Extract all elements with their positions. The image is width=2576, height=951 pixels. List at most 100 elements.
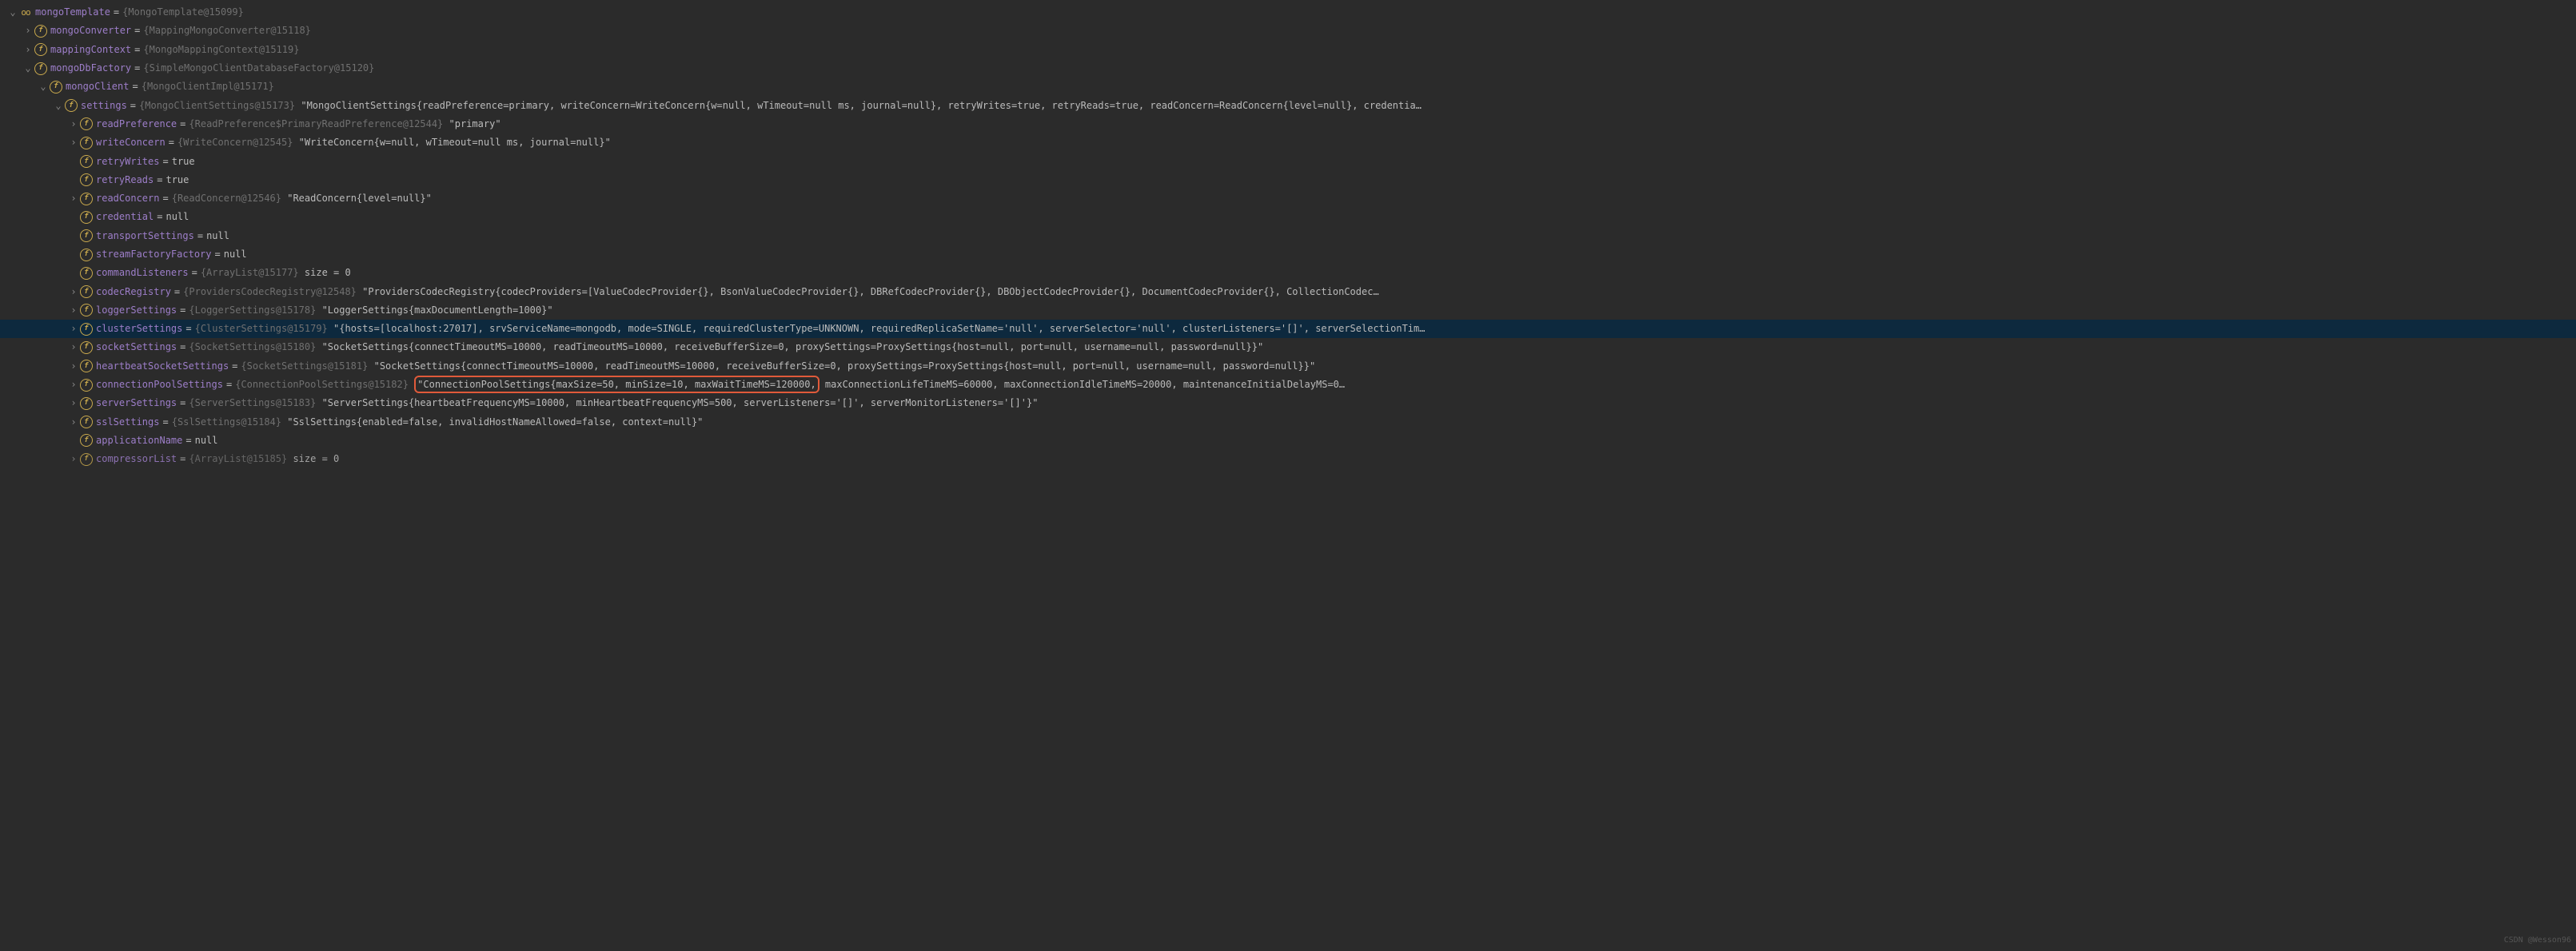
chevron-right-icon[interactable]: ›	[67, 133, 80, 152]
tree-row-settings[interactable]: ⌄fsettings={MongoClientSettings@15173} "…	[0, 96, 2576, 114]
object-ref: {MongoClientImpl@15171}	[142, 81, 274, 92]
field-icon: f	[80, 137, 93, 149]
tree-row-writeConcern[interactable]: ›fwriteConcern={WriteConcern@12545} "Wri…	[0, 133, 2576, 152]
row-content: socketSettings={SocketSettings@15180} "S…	[96, 338, 1263, 356]
chevron-down-icon[interactable]: ⌄	[37, 78, 50, 96]
tree-row-mongoTemplate[interactable]: ⌄oomongoTemplate={MongoTemplate@15099}	[0, 3, 2576, 22]
tree-row-heartbeatSocketSettings[interactable]: ›fheartbeatSocketSettings={SocketSetting…	[0, 357, 2576, 376]
size-info: size = 0	[305, 267, 351, 278]
row-content: writeConcern={WriteConcern@12545} "Write…	[96, 133, 611, 152]
value-text: "SslSettings{enabled=false, invalidHostN…	[287, 416, 703, 428]
variable-name: writeConcern	[96, 137, 165, 148]
variable-name: codecRegistry	[96, 286, 171, 297]
field-icon: f	[34, 43, 47, 56]
chevron-right-icon[interactable]: ›	[67, 338, 80, 356]
row-content: readPreference={ReadPreference$PrimaryRe…	[96, 115, 501, 133]
chevron-right-icon[interactable]: ›	[67, 115, 80, 133]
tree-row-compressorList[interactable]: ›fcompressorList={ArrayList@15185} size …	[0, 450, 2576, 468]
variable-name: mongoDbFactory	[50, 62, 131, 74]
field-icon: f	[80, 434, 93, 447]
field-icon: f	[80, 453, 93, 466]
object-ref: {SslSettings@15184}	[172, 416, 281, 428]
chevron-right-icon[interactable]: ›	[22, 22, 34, 40]
object-ref: {WriteConcern@12545}	[177, 137, 293, 148]
tree-row-codecRegistry[interactable]: ›fcodecRegistry={ProvidersCodecRegistry@…	[0, 282, 2576, 300]
row-content: serverSettings={ServerSettings@15183} "S…	[96, 394, 1038, 412]
tree-row-loggerSettings[interactable]: ›floggerSettings={LoggerSettings@15178} …	[0, 301, 2576, 320]
field-icon: f	[80, 173, 93, 186]
value-text: "{hosts=[localhost:27017], srvServiceNam…	[333, 323, 1425, 334]
tree-row-streamFactoryFactory[interactable]: fstreamFactoryFactory=null	[0, 245, 2576, 264]
variable-name: retryReads	[96, 174, 154, 185]
value-text: "ReadConcern{level=null}"	[287, 193, 432, 204]
value-text: "ProvidersCodecRegistry{codecProviders=[…	[362, 286, 1379, 297]
chevron-right-icon[interactable]: ›	[67, 320, 80, 338]
chevron-right-icon[interactable]: ›	[67, 413, 80, 432]
object-ref: {SimpleMongoClientDatabaseFactory@15120}	[143, 62, 374, 74]
tree-row-commandListeners[interactable]: fcommandListeners={ArrayList@15177} size…	[0, 264, 2576, 282]
object-ref: {ConnectionPoolSettings@15182}	[235, 379, 409, 390]
field-icon: f	[80, 117, 93, 130]
tree-row-retryReads[interactable]: fretryReads=true	[0, 171, 2576, 189]
variables-tree[interactable]: ⌄oomongoTemplate={MongoTemplate@15099} ›…	[0, 0, 2576, 472]
object-ref: {MongoClientSettings@15173}	[139, 100, 295, 111]
object-ref: {LoggerSettings@15178}	[189, 304, 316, 316]
tree-row-clusterSettings[interactable]: ›fclusterSettings={ClusterSettings@15179…	[0, 320, 2576, 338]
value-text: null	[195, 435, 218, 446]
field-icon: f	[80, 379, 93, 392]
tree-row-mongoDbFactory[interactable]: ⌄fmongoDbFactory={SimpleMongoClientDatab…	[0, 59, 2576, 78]
tree-row-mongoClient[interactable]: ⌄fmongoClient={MongoClientImpl@15171}	[0, 78, 2576, 96]
variable-name: clusterSettings	[96, 323, 182, 334]
tree-row-retryWrites[interactable]: fretryWrites=true	[0, 152, 2576, 170]
tree-row-transportSettings[interactable]: ftransportSettings=null	[0, 227, 2576, 245]
value-text: true	[172, 156, 195, 167]
size-info: size = 0	[293, 453, 339, 464]
variable-name: streamFactoryFactory	[96, 249, 212, 260]
tree-row-socketSettings[interactable]: ›fsocketSettings={SocketSettings@15180} …	[0, 338, 2576, 356]
tree-row-applicationName[interactable]: fapplicationName=null	[0, 432, 2576, 450]
row-content: readConcern={ReadConcern@12546} "ReadCon…	[96, 189, 432, 208]
row-content: mongoTemplate={MongoTemplate@15099}	[35, 3, 244, 22]
chevron-right-icon[interactable]: ›	[67, 283, 80, 301]
chevron-right-icon[interactable]: ›	[67, 189, 80, 208]
tree-row-sslSettings[interactable]: ›fsslSettings={SslSettings@15184} "SslSe…	[0, 413, 2576, 432]
value-text: null	[206, 230, 229, 241]
variable-name: commandListeners	[96, 267, 189, 278]
field-icon: f	[34, 62, 47, 75]
tree-row-serverSettings[interactable]: ›fserverSettings={ServerSettings@15183} …	[0, 394, 2576, 412]
variable-name: sslSettings	[96, 416, 159, 428]
variable-name: socketSettings	[96, 341, 177, 352]
row-content: loggerSettings={LoggerSettings@15178} "L…	[96, 301, 553, 320]
field-icon: f	[80, 323, 93, 336]
tree-row-readPreference[interactable]: ›freadPreference={ReadPreference$Primary…	[0, 115, 2576, 133]
row-content: applicationName=null	[96, 432, 218, 450]
variable-name: settings	[81, 100, 127, 111]
chevron-down-icon[interactable]: ⌄	[52, 97, 65, 115]
object-ref: {SocketSettings@15180}	[189, 341, 316, 352]
chevron-right-icon[interactable]: ›	[67, 301, 80, 320]
tree-row-readConcern[interactable]: ›freadConcern={ReadConcern@12546} "ReadC…	[0, 189, 2576, 208]
tree-row-connectionPoolSettings[interactable]: ›fconnectionPoolSettings={ConnectionPool…	[0, 376, 2576, 394]
object-ref: {ClusterSettings@15179}	[195, 323, 328, 334]
chevron-down-icon[interactable]: ⌄	[22, 59, 34, 78]
chevron-right-icon[interactable]: ›	[22, 41, 34, 59]
variable-name: mappingContext	[50, 44, 131, 55]
row-content: streamFactoryFactory=null	[96, 245, 247, 264]
row-content: retryReads=true	[96, 171, 189, 189]
chevron-down-icon[interactable]: ⌄	[6, 3, 19, 22]
tree-row-mongoConverter[interactable]: ›fmongoConverter={MappingMongoConverter@…	[0, 22, 2576, 40]
watermark: CSDN @Wesson96	[2504, 931, 2571, 949]
row-content: transportSettings=null	[96, 227, 229, 245]
object-ref: {MappingMongoConverter@15118}	[143, 25, 311, 36]
variable-name: retryWrites	[96, 156, 159, 167]
tree-row-credential[interactable]: fcredential=null	[0, 208, 2576, 226]
chevron-right-icon[interactable]: ›	[67, 357, 80, 376]
object-ref: {MongoTemplate@15099}	[122, 6, 244, 18]
chevron-right-icon[interactable]: ›	[67, 394, 80, 412]
variable-name: loggerSettings	[96, 304, 177, 316]
tree-row-mappingContext[interactable]: ›fmappingContext={MongoMappingContext@15…	[0, 41, 2576, 59]
variable-name: readConcern	[96, 193, 159, 204]
chevron-right-icon[interactable]: ›	[67, 376, 80, 394]
chevron-right-icon[interactable]: ›	[67, 450, 80, 468]
value-text: "ServerSettings{heartbeatFrequencyMS=100…	[322, 397, 1039, 408]
